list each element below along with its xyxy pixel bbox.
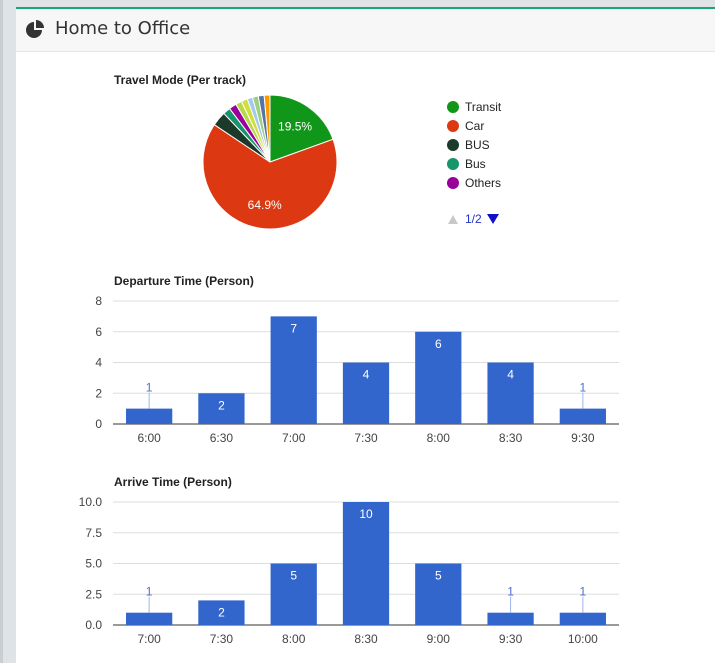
x-tick-label: 7:30 xyxy=(354,431,378,445)
y-tick-label: 10.0 xyxy=(79,495,103,509)
legend-page-indicator: 1/2 xyxy=(465,212,482,226)
pie-slice-label: 19.5% xyxy=(278,119,312,133)
window-edge xyxy=(0,0,3,663)
y-tick-label: 0.0 xyxy=(85,618,102,632)
x-tick-label: 7:00 xyxy=(137,632,161,646)
pie-slice-label: 64.9% xyxy=(248,198,282,212)
bar-value-label: 1 xyxy=(146,381,153,395)
legend-swatch xyxy=(447,120,459,132)
x-tick-label: 9:30 xyxy=(571,431,595,445)
x-tick-label: 8:00 xyxy=(282,632,306,646)
arrive-bar-chart: 0.0 2.5 5.0 7.5 10.0 1 7:00 2 7:30 5 8:00 10 8:30 5 9:… xyxy=(79,495,619,646)
bar-value-label: 5 xyxy=(435,569,442,583)
pie-legend: Transit Car BUS Bus Others xyxy=(447,100,502,190)
bar-value-label: 1 xyxy=(580,381,587,395)
charts-canvas: Travel Mode (Per track) 19.5% 64.9% Trans… xyxy=(79,73,619,646)
bar-value-label: 2 xyxy=(218,398,225,412)
y-tick-label: 8 xyxy=(95,294,102,308)
bar-value-label: 1 xyxy=(580,585,587,599)
bar[interactable] xyxy=(126,612,173,625)
x-tick-label: 7:00 xyxy=(282,431,306,445)
bar[interactable] xyxy=(126,408,173,424)
bar[interactable] xyxy=(487,612,534,625)
legend-item-label[interactable]: Others xyxy=(465,176,501,190)
legend-swatch xyxy=(447,139,459,151)
legend-item-label[interactable]: Transit xyxy=(465,100,502,114)
bar[interactable] xyxy=(559,408,606,424)
chart-panel: Home to Office Travel Mode (Per track) 1… xyxy=(16,9,715,663)
departure-bar-chart: 0 2 4 6 8 1 6:00 2 6:30 7 7:00 4 7:30 6 8:00 4 8:30 1 9:30 xyxy=(95,294,619,445)
bar-value-label: 1 xyxy=(507,585,514,599)
departure-chart-title: Departure Time (Person) xyxy=(114,274,254,288)
bar-value-label: 1 xyxy=(146,585,153,599)
x-tick-label: 6:30 xyxy=(210,431,234,445)
travel-mode-pie[interactable]: 19.5% 64.9% xyxy=(202,94,338,230)
bar-value-label: 10 xyxy=(359,507,373,521)
bar-value-label: 2 xyxy=(218,605,225,619)
legend-swatch xyxy=(447,101,459,113)
x-tick-label: 6:00 xyxy=(137,431,161,445)
y-tick-label: 7.5 xyxy=(85,526,102,540)
legend-pager: 1/2 xyxy=(448,212,499,226)
legend-item-label[interactable]: Bus xyxy=(465,157,486,171)
bar-value-label: 4 xyxy=(507,368,514,382)
legend-prev-page-icon[interactable] xyxy=(448,215,458,224)
bar-value-label: 4 xyxy=(363,368,370,382)
bar-value-label: 5 xyxy=(290,569,297,583)
bar[interactable] xyxy=(559,612,606,625)
arrive-chart-title: Arrive Time (Person) xyxy=(114,475,232,489)
y-tick-label: 6 xyxy=(95,325,102,339)
y-tick-label: 0 xyxy=(95,417,102,431)
x-tick-label: 9:30 xyxy=(499,632,523,646)
legend-item-label[interactable]: Car xyxy=(465,119,484,133)
x-tick-label: 8:30 xyxy=(499,431,523,445)
x-tick-label: 8:30 xyxy=(354,632,378,646)
y-tick-label: 2.5 xyxy=(85,587,102,601)
y-tick-label: 4 xyxy=(95,356,102,370)
legend-next-page-icon[interactable] xyxy=(487,214,499,224)
y-tick-label: 2 xyxy=(95,386,102,400)
x-tick-label: 7:30 xyxy=(210,632,234,646)
legend-item-label[interactable]: BUS xyxy=(465,138,490,152)
x-tick-label: 9:00 xyxy=(427,632,451,646)
legend-swatch xyxy=(447,177,459,189)
x-tick-label: 8:00 xyxy=(427,431,451,445)
bar-value-label: 6 xyxy=(435,337,442,351)
bar-value-label: 7 xyxy=(290,321,297,335)
y-tick-label: 5.0 xyxy=(85,557,102,571)
x-tick-label: 10:00 xyxy=(568,632,598,646)
legend-swatch xyxy=(447,158,459,170)
pie-chart-title: Travel Mode (Per track) xyxy=(114,73,246,87)
